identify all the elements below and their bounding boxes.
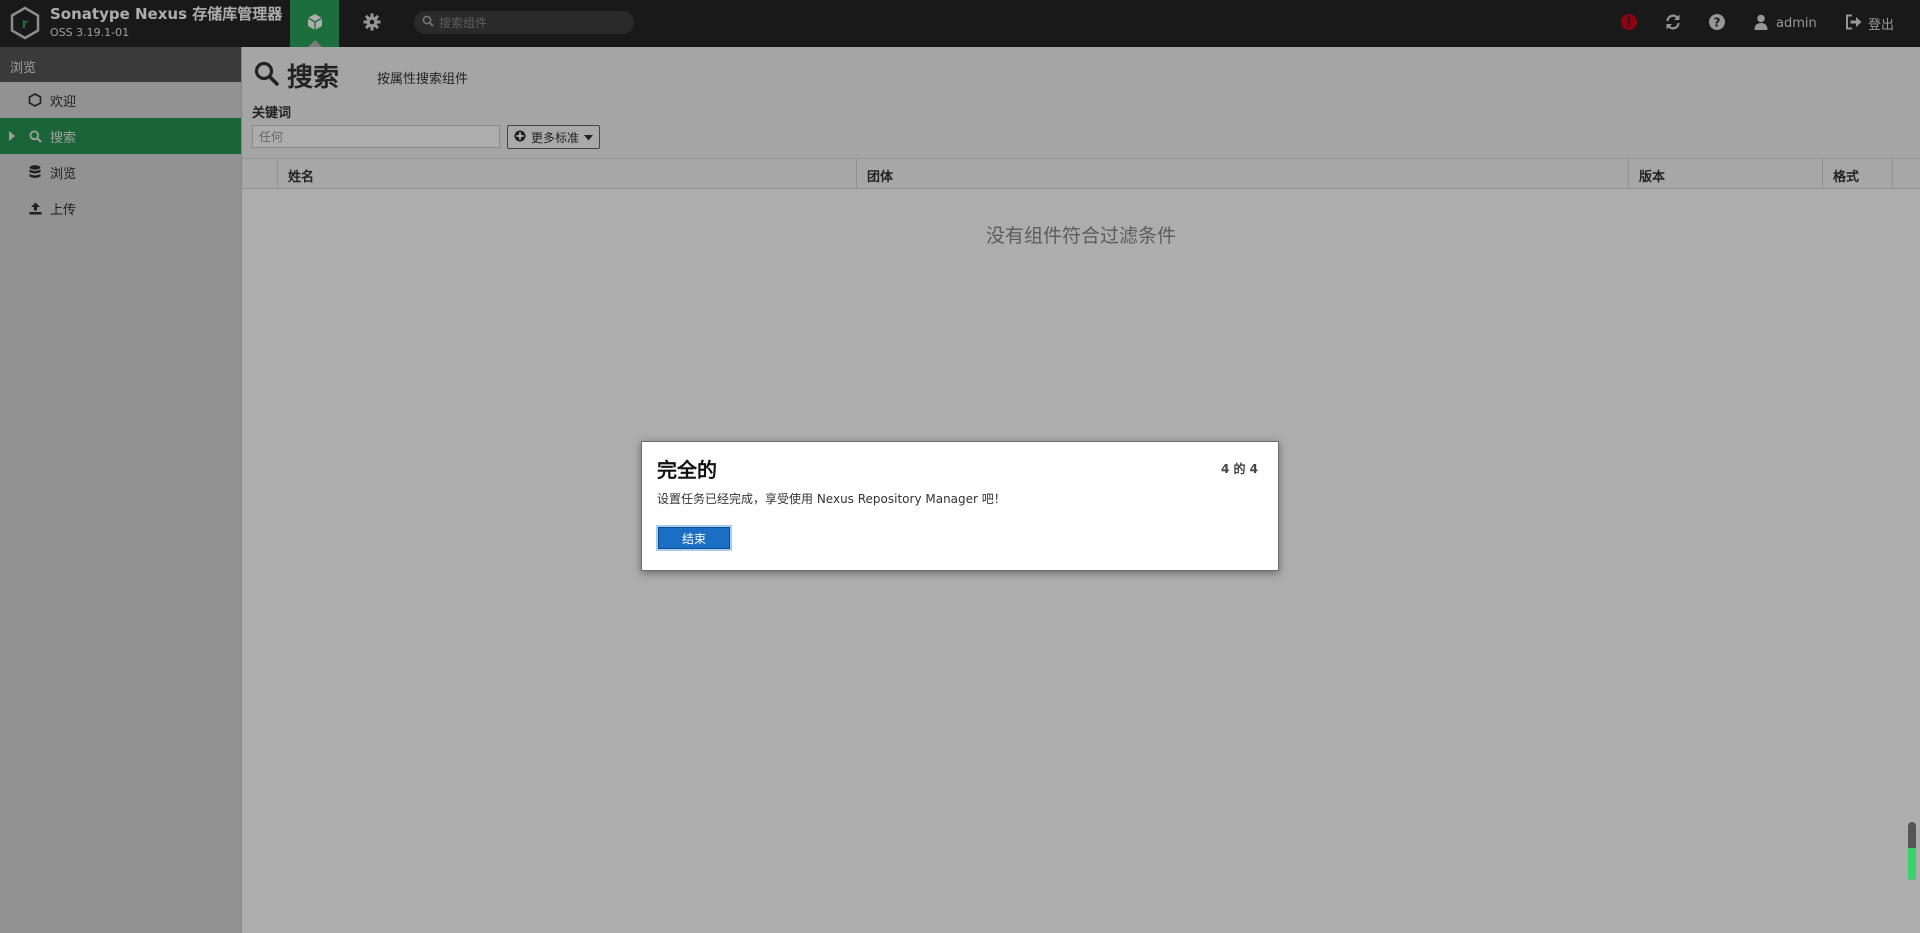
finish-button[interactable]: 结束 [658, 527, 730, 549]
setup-complete-dialog: 完全的 4 的 4 设置任务已经完成，享受使用 Nexus Repository… [641, 441, 1279, 571]
dialog-step-counter: 4 的 4 [1220, 462, 1258, 476]
dialog-title: 完全的 [657, 458, 717, 482]
sidebar-shade [0, 47, 242, 933]
scroll-indicator[interactable] [1908, 822, 1916, 880]
dialog-message: 设置任务已经完成，享受使用 Nexus Repository Manager 吧… [657, 492, 1006, 506]
scroll-indicator-fill [1908, 848, 1916, 880]
